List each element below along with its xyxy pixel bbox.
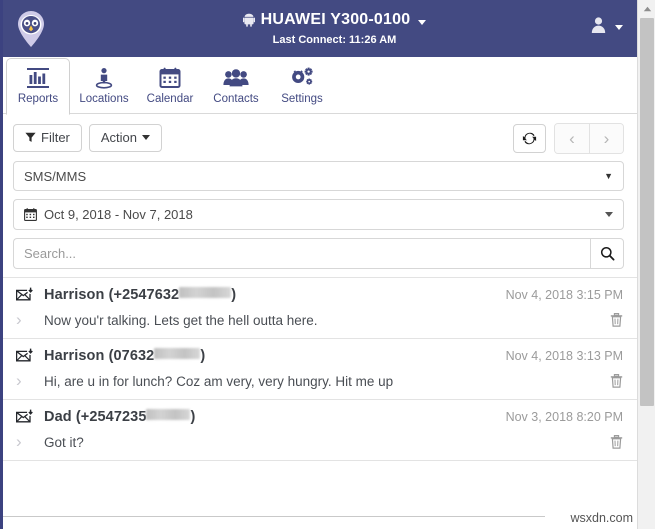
tab-calendar[interactable]: Calendar bbox=[138, 57, 202, 114]
message-header: Harrison (+2547632) Nov 4, 2018 3:15 PM bbox=[0, 287, 637, 303]
action-button[interactable]: Action bbox=[88, 123, 163, 152]
app-header: HUAWEI Y300-0100 Last Connect: 11:26 AM bbox=[0, 0, 637, 57]
chevron-down-icon bbox=[605, 212, 613, 217]
message-row[interactable]: Harrison (+2547632) Nov 4, 2018 3:15 PM … bbox=[0, 278, 637, 339]
tab-label: Calendar bbox=[146, 92, 194, 105]
chevron-down-icon: ▼ bbox=[604, 171, 613, 181]
user-avatar-icon bbox=[590, 16, 607, 34]
gears-icon bbox=[289, 66, 315, 90]
chevron-right-icon[interactable]: › bbox=[16, 310, 44, 330]
tab-locations[interactable]: Locations bbox=[72, 57, 136, 114]
refresh-icon bbox=[522, 132, 537, 145]
tab-contacts[interactable]: Contacts bbox=[204, 57, 268, 114]
calendar-icon bbox=[158, 66, 182, 90]
prev-page-button[interactable]: ‹ bbox=[555, 124, 589, 153]
chevron-down-icon bbox=[142, 135, 151, 140]
trash-icon[interactable] bbox=[610, 313, 623, 327]
message-row[interactable]: Dad (+2547235) Nov 3, 2018 8:20 PM › Got… bbox=[0, 400, 637, 461]
report-type-value: SMS/MMS bbox=[24, 168, 87, 184]
chevron-down-icon bbox=[615, 24, 623, 30]
funnel-icon bbox=[25, 132, 36, 143]
message-header: Dad (+2547235) Nov 3, 2018 8:20 PM bbox=[0, 409, 637, 425]
calendar-icon bbox=[24, 208, 37, 221]
next-page-button[interactable]: › bbox=[589, 124, 623, 153]
tab-label: Locations bbox=[79, 92, 129, 105]
scrollbar-thumb[interactable] bbox=[640, 18, 654, 406]
sender-name: Dad bbox=[44, 409, 72, 425]
message-date: Nov 4, 2018 3:15 PM bbox=[505, 288, 623, 302]
chevron-right-icon[interactable]: › bbox=[16, 371, 44, 391]
message-text: Hi, are u in for lunch? Coz am very, ver… bbox=[44, 373, 394, 389]
sender-number-prefix: 07632 bbox=[113, 348, 155, 364]
message-row[interactable]: Harrison (07632) Nov 4, 2018 3:13 PM › H… bbox=[0, 339, 637, 400]
chevron-right-icon: › bbox=[603, 128, 610, 148]
date-range-picker[interactable]: Oct 9, 2018 - Nov 7, 2018 bbox=[13, 199, 624, 230]
search-button[interactable] bbox=[590, 238, 624, 269]
bar-chart-icon bbox=[26, 66, 50, 90]
watermark-rule bbox=[0, 516, 545, 517]
message-header: Harrison (07632) Nov 4, 2018 3:13 PM bbox=[0, 348, 637, 364]
redacted-number bbox=[154, 348, 201, 359]
android-icon bbox=[242, 13, 255, 27]
message-body: › Hi, are u in for lunch? Coz am very, v… bbox=[0, 371, 637, 391]
user-menu[interactable] bbox=[590, 16, 623, 34]
last-connect-label: Last Connect: 11:26 AM bbox=[272, 34, 397, 46]
report-type-select[interactable]: SMS/MMS ▼ bbox=[13, 161, 624, 191]
device-selector[interactable]: HUAWEI Y300-0100 bbox=[32, 10, 637, 30]
trash-icon[interactable] bbox=[610, 435, 623, 449]
chevron-down-icon bbox=[418, 19, 427, 25]
message-sender: Harrison (+2547632) bbox=[44, 287, 237, 303]
envelope-incoming-icon bbox=[16, 348, 44, 364]
envelope-incoming-icon bbox=[16, 409, 44, 425]
app-window: HUAWEI Y300-0100 Last Connect: 11:26 AM bbox=[0, 0, 655, 529]
tab-settings[interactable]: Settings bbox=[270, 57, 334, 114]
header-device-info: HUAWEI Y300-0100 Last Connect: 11:26 AM bbox=[32, 10, 637, 47]
chevron-right-icon[interactable]: › bbox=[16, 432, 44, 452]
search-input[interactable] bbox=[13, 238, 590, 269]
redacted-number bbox=[179, 287, 232, 298]
filter-button[interactable]: Filter bbox=[13, 123, 82, 152]
pagination-controls: ‹ › bbox=[554, 123, 624, 154]
date-range-value: Oct 9, 2018 - Nov 7, 2018 bbox=[44, 207, 193, 222]
sender-number-prefix: +2547632 bbox=[113, 287, 180, 303]
message-body: › Got it? bbox=[0, 432, 637, 452]
watermark: wsxdn.com bbox=[570, 511, 633, 525]
tab-reports[interactable]: Reports bbox=[6, 57, 70, 115]
refresh-button[interactable] bbox=[513, 124, 546, 153]
main-tabbar: Reports Locations Calendar Contacts Sett… bbox=[0, 57, 637, 115]
tab-label: Contacts bbox=[213, 92, 259, 105]
filter-fields: SMS/MMS ▼ Oct 9, 2018 - Nov 7, 2018 Sear… bbox=[0, 161, 637, 269]
sender-number-prefix: +2547235 bbox=[80, 409, 147, 425]
content-area: Filter Action ‹ › SMS/MMS ▼ Oct 9, 2018 … bbox=[0, 114, 637, 461]
sender-name: Harrison bbox=[44, 348, 105, 364]
owl-location-pin-logo bbox=[10, 8, 52, 50]
message-sender: Harrison (07632) bbox=[44, 348, 206, 364]
device-name: HUAWEI Y300-0100 bbox=[260, 11, 411, 28]
message-date: Nov 3, 2018 8:20 PM bbox=[505, 410, 623, 424]
message-text: Now you'r talking. Lets get the hell out… bbox=[44, 312, 318, 328]
action-button-label: Action bbox=[100, 130, 138, 145]
message-sender: Dad (+2547235) bbox=[44, 409, 196, 425]
vertical-scrollbar[interactable] bbox=[637, 0, 655, 529]
search-icon bbox=[600, 246, 615, 261]
redacted-number bbox=[146, 409, 191, 420]
scroll-up-arrow-icon[interactable] bbox=[638, 0, 655, 17]
report-toolbar: Filter Action ‹ › bbox=[0, 114, 637, 161]
sender-name: Harrison bbox=[44, 287, 105, 303]
chevron-left-icon: ‹ bbox=[569, 128, 575, 148]
tab-label: Settings bbox=[281, 92, 323, 105]
map-person-pin-icon bbox=[92, 66, 116, 90]
envelope-incoming-icon bbox=[16, 287, 44, 303]
search-row bbox=[13, 238, 624, 269]
toolbar-right-controls: ‹ › bbox=[513, 123, 624, 154]
window-left-edge bbox=[0, 0, 3, 529]
people-group-icon bbox=[223, 66, 249, 90]
message-body: › Now you'r talking. Lets get the hell o… bbox=[0, 310, 637, 330]
message-list: Harrison (+2547632) Nov 4, 2018 3:15 PM … bbox=[0, 277, 637, 461]
trash-icon[interactable] bbox=[610, 374, 623, 388]
message-date: Nov 4, 2018 3:13 PM bbox=[505, 349, 623, 363]
tab-label: Reports bbox=[17, 93, 59, 105]
message-text: Got it? bbox=[44, 434, 84, 450]
filter-button-label: Filter bbox=[41, 130, 70, 145]
